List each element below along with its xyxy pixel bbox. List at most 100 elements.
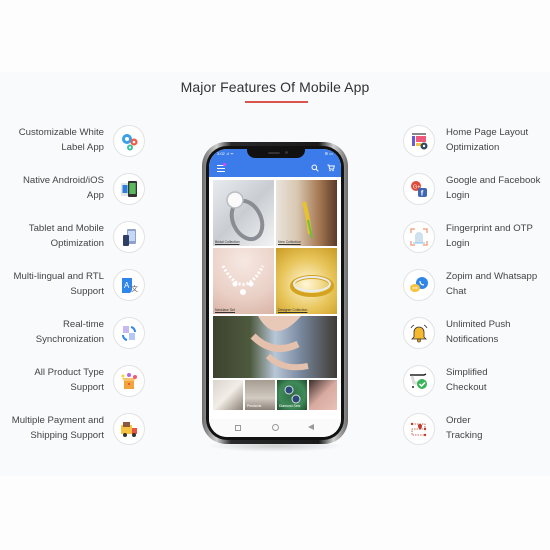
- search-icon[interactable]: [311, 164, 319, 172]
- feature-label: Real-time Synchronization: [0, 317, 104, 347]
- feature-label: Tablet and Mobile Optimization: [0, 221, 104, 251]
- title-underline: [245, 101, 308, 103]
- status-time: 3:02 .ıl ᯤ: [217, 151, 234, 156]
- feature-label-line1: Multi-lingual and RTL: [13, 271, 104, 282]
- tile-banner[interactable]: [213, 316, 337, 378]
- tile-thumb-4[interactable]: [309, 380, 337, 410]
- checkout-cart-icon-badge: [403, 365, 435, 397]
- feature-item: Unlimited Push Notifications: [402, 317, 550, 357]
- feature-item: Customizable White Label App: [0, 125, 148, 165]
- feature-label-line1: Zopim and Whatsapp: [446, 271, 538, 282]
- sync-icon: [122, 326, 136, 341]
- feature-label: Native Android/iOS App: [0, 173, 104, 203]
- feature-item: Multiple Payment and Shipping Support: [0, 413, 148, 453]
- feature-label-line1: All Product Type: [34, 367, 104, 378]
- feature-label-line1: Google and Facebook: [446, 175, 541, 186]
- ring-image: [226, 191, 265, 242]
- feature-label: Multiple Payment and Shipping Support: [0, 413, 104, 443]
- feature-label-line2: Shipping Support: [30, 430, 104, 441]
- feature-item: Order Tracking: [402, 413, 550, 453]
- tile-necklace-set[interactable]: Necklace Set: [213, 248, 274, 314]
- order-tracking-icon: [410, 422, 427, 437]
- feature-label: Customizable White Label App: [0, 125, 104, 155]
- feature-label-line2: Tracking: [446, 430, 483, 441]
- sync-icon-badge: [113, 317, 145, 349]
- phone-notch: [247, 149, 305, 158]
- feature-label-line1: Multiple Payment and: [11, 415, 104, 426]
- cart-icon[interactable]: [327, 164, 335, 172]
- phone-mockup: 3:02 .ıl ᯤ ⚙ ▭ Bridal Collection New Col…: [202, 142, 348, 444]
- feature-item: Google and Facebook Login G+ f: [402, 173, 550, 213]
- svg-text:文: 文: [131, 284, 138, 293]
- recent-apps-icon[interactable]: [235, 425, 241, 431]
- native-apps-icon: [121, 181, 137, 197]
- tile-diamond-sets[interactable]: Diamond Sets: [277, 380, 307, 410]
- gears-icon: [122, 134, 138, 151]
- tablet-mobile-icon-badge: [113, 221, 145, 253]
- feature-label: Home Page Layout Optimization: [446, 125, 550, 155]
- section-title: Major Features Of Mobile App: [180, 79, 370, 95]
- native-apps-icon-badge: [113, 173, 145, 205]
- feature-item: Home Page Layout Optimization: [402, 125, 550, 165]
- feature-label-line2: Optimization: [446, 142, 500, 153]
- feature-label: Order Tracking: [446, 413, 550, 443]
- chat-icon: [410, 277, 428, 292]
- translate-icon-badge: A文: [113, 269, 145, 301]
- tile-caption: Pendants: [247, 404, 262, 408]
- product-box-icon-badge: [113, 365, 145, 397]
- layout-settings-icon: [412, 133, 428, 150]
- hands-rings-image: [250, 316, 309, 371]
- feature-label-line2: App: [86, 190, 104, 201]
- social-login-icon-badge: G+ f: [403, 173, 435, 205]
- fingerprint-icon-badge: [403, 221, 435, 253]
- tile-caption: Necklace Set: [215, 308, 235, 312]
- feature-item: Zopim and Whatsapp Chat: [402, 269, 550, 309]
- tile-caption: Designer Collection: [278, 308, 308, 312]
- feature-label-line1: Order: [446, 415, 471, 426]
- tile-caption: Diamond Sets: [279, 404, 301, 408]
- feature-item: Real-time Synchronization: [0, 317, 148, 357]
- feature-label-line2: Login: [446, 190, 470, 201]
- tile-designer-collection[interactable]: Designer Collection: [276, 248, 337, 314]
- front-camera: [285, 151, 288, 154]
- feature-item: Fingerprint and OTP Login: [402, 221, 550, 261]
- tile-bridal-collection[interactable]: Bridal Collection: [213, 180, 274, 246]
- gold-rings-image: [290, 275, 334, 297]
- earring-image: [302, 201, 313, 239]
- feature-label: Simplified Checkout: [446, 365, 550, 395]
- hamburger-menu-icon[interactable]: [217, 165, 225, 172]
- bell-icon-badge: [403, 317, 435, 349]
- order-tracking-icon-badge: [403, 413, 435, 445]
- feature-label-line2: Chat: [446, 286, 467, 297]
- feature-label-line2: Checkout: [446, 382, 487, 393]
- status-indicators: ⚙ ▭: [324, 151, 333, 156]
- feature-label: Zopim and Whatsapp Chat: [446, 269, 550, 299]
- tile-thumb-1[interactable]: [213, 380, 243, 410]
- feature-label-line2: Notifications: [446, 334, 499, 345]
- tile-pendants[interactable]: Pendants: [245, 380, 275, 410]
- home-icon[interactable]: [272, 424, 279, 431]
- translate-icon: A文: [122, 278, 138, 293]
- chat-icon-badge: [403, 269, 435, 301]
- feature-label-line1: Real-time: [62, 319, 104, 330]
- feature-label-line1: Tablet and Mobile: [28, 223, 104, 234]
- feature-label: Multi-lingual and RTL Support: [0, 269, 104, 299]
- gears-icon-badge: [113, 125, 145, 157]
- phone-screen: 3:02 .ıl ᯤ ⚙ ▭ Bridal Collection New Col…: [209, 149, 341, 437]
- delivery-truck-icon-badge: [113, 413, 145, 445]
- app-bar: [209, 160, 341, 177]
- feature-label-line1: Fingerprint and OTP: [446, 223, 533, 234]
- tile-caption: Bridal Collection: [215, 240, 240, 244]
- back-icon[interactable]: [308, 424, 314, 430]
- feature-label-line2: Optimization: [50, 238, 104, 249]
- tile-caption: New Collection: [278, 240, 301, 244]
- fingerprint-icon: [410, 228, 428, 246]
- feature-label-line2: Synchronization: [35, 334, 104, 345]
- feature-label-line1: Simplified: [446, 367, 488, 378]
- feature-label: All Product Type Support: [0, 365, 104, 395]
- feature-label-line2: Login: [446, 238, 470, 249]
- delivery-truck-icon: [121, 422, 137, 437]
- checkout-cart-icon: [410, 373, 427, 389]
- feature-item: Native Android/iOS App: [0, 173, 148, 213]
- tile-new-collection[interactable]: New Collection: [276, 180, 337, 246]
